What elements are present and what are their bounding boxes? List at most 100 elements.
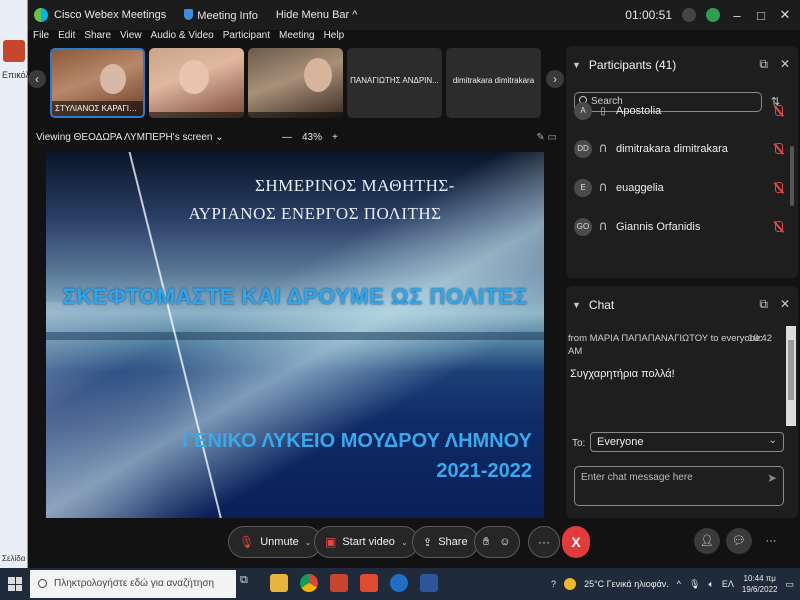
word-icon[interactable]	[420, 574, 438, 592]
slide-horizon	[46, 332, 544, 340]
zoom-out-button[interactable]: —	[282, 132, 292, 143]
connection-icon[interactable]	[706, 8, 720, 22]
more-options-button[interactable]: ···	[528, 526, 560, 558]
phone-icon: ▯	[600, 105, 606, 117]
video-thumbnail[interactable]	[149, 48, 244, 118]
reactions-group[interactable]: ✋︎ ☺	[474, 526, 520, 558]
slide-subtitle-line2: ΑΥΡΙΑΝΟΣ ΕΝΕΡΓΟΣ ΠΟΛΙΤΗΣ	[188, 204, 442, 223]
clock-date: 19/6/2022	[741, 585, 778, 594]
collapse-chevron-icon[interactable]: ▼	[572, 60, 581, 70]
chat-am: AM	[568, 346, 583, 357]
meeting-timer: 01:00:51	[625, 8, 672, 22]
more-panels-icon[interactable]: ···	[758, 528, 784, 554]
microphone-icon[interactable]: 🎙︎	[689, 579, 700, 590]
recording-icon[interactable]	[682, 8, 696, 22]
app-icon[interactable]	[360, 574, 378, 592]
participant-scrollbar[interactable]	[790, 146, 794, 206]
participant-name: Giannis Orfanidis	[616, 221, 701, 233]
weather-text[interactable]: 25°C Γενικά ηλιοφάν.	[584, 579, 669, 589]
avatar: E	[574, 179, 592, 197]
app-title: Cisco Webex Meetings	[54, 9, 167, 21]
windows-taskbar: Πληκτρολογήστε εδώ για αναζήτηση ⧉ ? 25°…	[0, 568, 800, 600]
slide-year: 2021-2022	[436, 460, 532, 482]
shield-icon	[184, 8, 194, 20]
unmute-button[interactable]: 🎙︎ Unmute ⌄	[228, 526, 323, 558]
webex-taskbar-icon[interactable]	[390, 574, 408, 592]
hand-icon[interactable]: ✋︎	[483, 536, 489, 549]
video-thumbnail[interactable]: ΠΑΝΑΓΙΩΤΗΣ ΑΝΔΡΙΝ...	[347, 48, 442, 118]
menu-file[interactable]: File	[33, 30, 49, 46]
chat-scrollbar[interactable]	[786, 326, 796, 426]
emoji-icon[interactable]: ☺	[499, 536, 510, 548]
popout-icon[interactable]: ⧉	[759, 297, 768, 312]
chevron-down-icon[interactable]: ⌄	[305, 538, 312, 547]
windows-start-icon[interactable]	[8, 577, 22, 591]
close-window-button[interactable]: ✕	[778, 7, 792, 23]
video-thumbnail[interactable]: ΣΤΥΛΙΑΝΟΣ ΚΑΡΑΓΙΑΝΝ...	[50, 48, 145, 118]
volume-icon[interactable]: 🔈︎	[708, 579, 713, 590]
task-view-icon[interactable]: ⧉	[240, 574, 258, 592]
mic-muted-icon[interactable]	[772, 142, 784, 156]
menu-participant[interactable]: Participant	[223, 30, 270, 46]
meeting-info-button[interactable]: Meeting Info	[184, 8, 258, 22]
participant-row[interactable]: DD ᑎ dimitrakara dimitrakara	[574, 136, 784, 162]
shared-screen: ΣΗΜΕΡΙΝΟΣ ΜΑΘΗΤΗΣ- ΑΥΡΙΑΝΟΣ ΕΝΕΡΓΟΣ ΠΟΛΙ…	[46, 152, 544, 518]
weather-icon[interactable]	[564, 578, 577, 590]
popout-icon[interactable]: ⧉	[759, 57, 768, 72]
viewing-screen-dropdown[interactable]: Viewing ΘΕΟΔΩΡΑ ΛΥΜΠΕΡΗ's screen ⌄	[36, 132, 224, 143]
collapse-chevron-icon[interactable]: ▼	[572, 300, 581, 310]
close-panel-icon[interactable]: ✕	[780, 297, 790, 312]
powerpoint-icon[interactable]	[330, 574, 348, 592]
menu-help[interactable]: Help	[324, 30, 345, 46]
file-explorer-icon[interactable]	[270, 574, 288, 592]
system-tray: ? 25°C Γενικά ηλιοφάν. ^ 🎙︎ 🔈︎ ΕΛ 10:44 …	[551, 568, 794, 600]
maximize-button[interactable]: □	[754, 8, 768, 23]
thumbnails-next-button[interactable]: ›	[546, 70, 564, 88]
video-thumbnail[interactable]: dimitrakara dimitrakara	[446, 48, 541, 118]
avatar: GO	[574, 218, 592, 236]
language-indicator[interactable]: ΕΛ	[722, 579, 734, 589]
video-off-icon: ▣	[325, 535, 337, 549]
taskbar-search-input[interactable]: Πληκτρολογήστε εδώ για αναζήτηση	[30, 570, 236, 598]
chat-input[interactable]: Enter chat message here ➤	[574, 466, 784, 506]
participants-toggle-icon[interactable]: 👤︎	[694, 528, 720, 554]
thumbnails-prev-button[interactable]: ‹	[28, 70, 46, 88]
zoom-in-button[interactable]: +	[332, 132, 338, 143]
hide-menu-bar-button[interactable]: Hide Menu Bar ^	[276, 9, 358, 21]
chat-toggle-icon[interactable]: 💬︎	[726, 528, 752, 554]
chrome-icon[interactable]	[300, 574, 318, 592]
mic-muted-icon[interactable]	[772, 104, 784, 118]
start-video-button[interactable]: ▣ Start video ⌄	[314, 526, 419, 558]
headset-icon: ᑎ	[599, 143, 607, 155]
participant-row[interactable]: A ▯ Apostolia	[574, 98, 784, 124]
avatar: DD	[574, 140, 592, 158]
mic-muted-icon[interactable]	[772, 181, 784, 195]
help-icon[interactable]: ?	[551, 579, 556, 589]
notifications-icon[interactable]: ▭	[785, 579, 794, 590]
share-button[interactable]: ⇪ Share	[412, 526, 479, 558]
share-icon: ⇪	[423, 536, 433, 549]
minimize-button[interactable]: –	[730, 8, 744, 23]
video-thumbnail[interactable]	[248, 48, 343, 118]
menu-edit[interactable]: Edit	[58, 30, 75, 46]
chat-message: from ΜΑΡΙΑ ΠΑΠΑΠΑΝΑΓΙΩΤΟΥ to everyone: A…	[568, 332, 780, 380]
mic-muted-icon[interactable]	[772, 220, 784, 234]
end-call-button[interactable]: X	[562, 526, 590, 558]
participant-row[interactable]: E ᑎ euaggelia	[574, 175, 784, 201]
recipient-select[interactable]: Everyone ⌄	[590, 432, 784, 452]
chevron-down-icon: ⌄	[768, 435, 777, 446]
menu-audio-video[interactable]: Audio & Video	[151, 30, 214, 46]
participant-row[interactable]: GO ᑎ Giannis Orfanidis	[574, 214, 784, 240]
tray-arrow-icon[interactable]: ^	[677, 579, 681, 589]
annotate-icon[interactable]: ✎ ▭	[536, 132, 557, 143]
slide-school-name: ΓΕΝΙΚΟ ΛΥΚΕΙΟ ΜΟΥΔΡΟΥ ΛΗΜΝΟΥ	[182, 430, 532, 452]
chevron-down-icon[interactable]: ⌄	[401, 538, 408, 547]
menu-share[interactable]: Share	[84, 30, 111, 46]
send-icon[interactable]: ➤	[767, 471, 777, 485]
menu-view[interactable]: View	[120, 30, 142, 46]
search-icon	[38, 579, 47, 588]
slide-subtitle-line1: ΣΗΜΕΡΙΝΟΣ ΜΑΘΗΤΗΣ-	[255, 176, 455, 195]
taskbar-clock[interactable]: 10:44 πμ 19/6/2022	[742, 573, 778, 595]
menu-meeting[interactable]: Meeting	[279, 30, 315, 46]
close-panel-icon[interactable]: ✕	[780, 57, 790, 72]
